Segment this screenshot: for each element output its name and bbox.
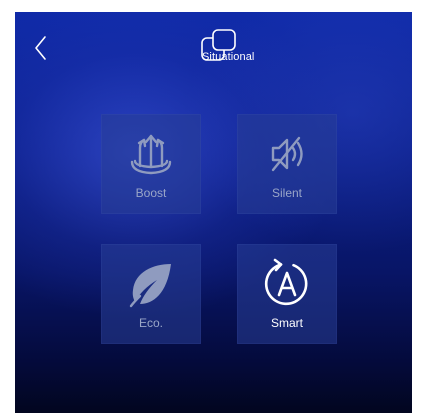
auto-a-icon	[264, 258, 308, 306]
mode-label-eco: Eco.	[138, 316, 163, 330]
leaf-icon	[129, 264, 171, 308]
mode-tile-eco[interactable]: Eco.	[101, 244, 201, 344]
mode-tile-silent[interactable]: Silent	[237, 114, 337, 214]
page-title: Situational	[202, 51, 255, 63]
mode-tile-boost[interactable]: Boost	[101, 114, 201, 214]
mode-label-smart: Smart	[270, 316, 303, 330]
situational-screen: Situational Boost Silent Eco. Smart	[15, 12, 412, 413]
boost-arrows-icon	[130, 134, 172, 175]
mode-label-silent: Silent	[271, 186, 303, 200]
header: Situational	[15, 28, 412, 68]
mode-label-boost: Boost	[135, 186, 167, 200]
mode-tile-smart[interactable]: Smart	[237, 244, 337, 344]
speaker-mute-icon	[271, 136, 303, 172]
